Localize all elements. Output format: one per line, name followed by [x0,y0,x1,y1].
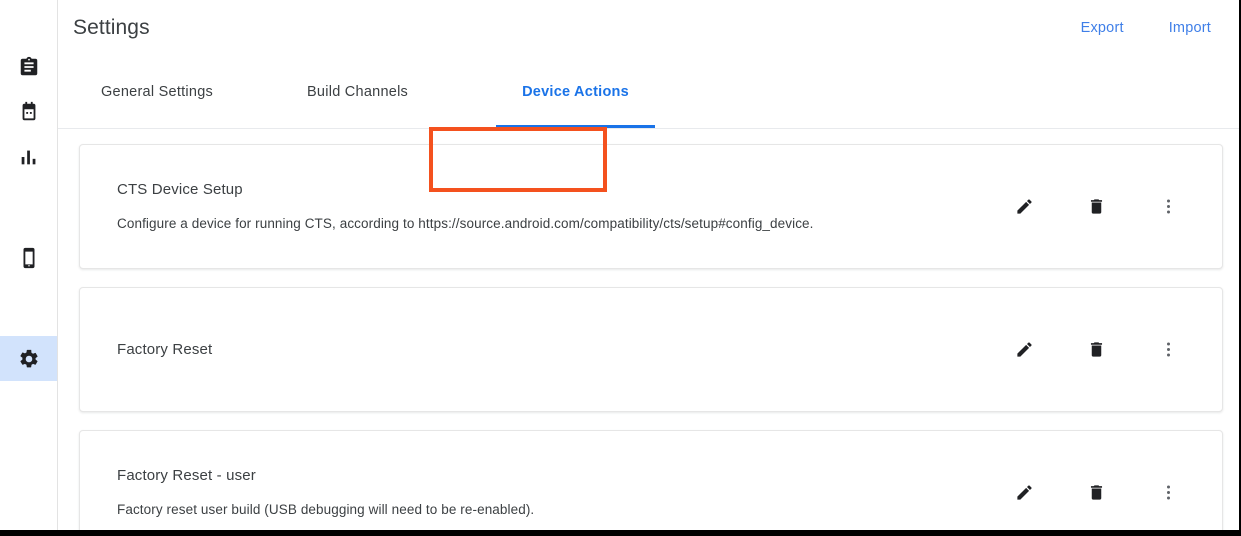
card-action-buttons [1012,338,1202,362]
card-text-block: Factory Reset [117,342,1012,357]
tab-build-channels[interactable]: Build Channels [279,56,436,128]
card-text-block: Factory Reset - user Factory reset user … [117,468,1012,517]
more-vert-icon [1159,197,1178,216]
card-description: Factory reset user build (USB debugging … [117,503,535,517]
sidebar-item-analytics[interactable] [0,134,57,179]
sidebar-item-devices[interactable] [0,235,57,280]
delete-button[interactable] [1084,338,1108,362]
header-actions: Export Import [1081,20,1211,36]
calendar-icon [18,101,40,123]
delete-icon [1087,197,1106,216]
edit-icon [1015,483,1034,502]
import-button[interactable]: Import [1169,20,1211,36]
edit-icon [1015,340,1034,359]
delete-icon [1087,483,1106,502]
more-options-button[interactable] [1156,481,1180,505]
card-text-block: CTS Device Setup Configure a device for … [117,182,1012,231]
settings-app-window: Settings Export Import General Settings … [0,0,1241,536]
card-title: Factory Reset - user [117,467,256,485]
more-vert-icon [1159,483,1178,502]
delete-button[interactable] [1084,481,1108,505]
clipboard-icon [18,56,40,78]
more-options-button[interactable] [1156,338,1180,362]
card-description: Configure a device for running CTS, acco… [117,217,814,231]
device-action-card[interactable]: Factory Reset [79,287,1223,412]
card-title: Factory Reset [117,341,213,358]
main-content-area: Settings Export Import General Settings … [58,0,1239,530]
card-title: CTS Device Setup [117,181,243,199]
tab-general-settings[interactable]: General Settings [73,56,241,128]
tab-device-actions[interactable]: Device Actions [484,56,667,128]
page-title: Settings [73,16,150,39]
delete-button[interactable] [1084,195,1108,219]
sidebar-item-schedule[interactable] [0,89,57,134]
delete-icon [1087,340,1106,359]
gear-icon [18,348,40,370]
bar-chart-icon [18,146,40,168]
more-options-button[interactable] [1156,195,1180,219]
page-header: Settings Export Import [58,0,1239,56]
device-actions-list: CTS Device Setup Configure a device for … [58,129,1239,530]
left-nav-rail [0,0,58,530]
sidebar-item-assignments[interactable] [0,44,57,89]
edit-icon [1015,197,1034,216]
export-button[interactable]: Export [1081,20,1124,36]
card-action-buttons [1012,481,1202,505]
device-action-card[interactable]: CTS Device Setup Configure a device for … [79,144,1223,269]
device-action-card[interactable]: Factory Reset - user Factory reset user … [79,430,1223,530]
tab-bar: General Settings Build Channels Device A… [58,56,1239,129]
sidebar-item-settings[interactable] [0,336,57,381]
edit-button[interactable] [1012,338,1036,362]
phone-icon [18,247,40,269]
more-vert-icon [1159,340,1178,359]
tab-bar-wrapper: General Settings Build Channels Device A… [58,56,1239,192]
edit-button[interactable] [1012,195,1036,219]
edit-button[interactable] [1012,481,1036,505]
card-action-buttons [1012,195,1202,219]
